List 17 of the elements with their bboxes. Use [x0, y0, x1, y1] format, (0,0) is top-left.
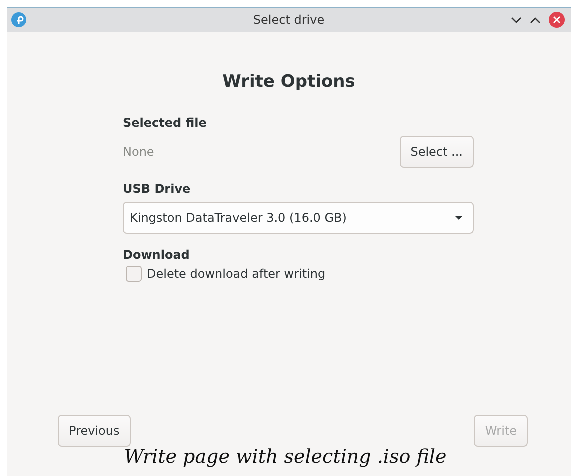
app-icon — [11, 12, 27, 28]
nav-button[interactable]: Previous — [58, 415, 131, 447]
usb-drive-dropdown[interactable]: Kingston DataTraveler 3.0 (16.0 GB) — [123, 202, 474, 234]
window-title: Select drive — [252, 13, 326, 27]
checkbox[interactable] — [126, 266, 142, 282]
field-label: Download — [123, 248, 191, 262]
minimize-icon[interactable] — [511, 16, 522, 24]
figure-caption: Write page with selecting .iso file — [123, 446, 448, 468]
checkbox-label: Delete download after writing — [147, 267, 326, 281]
dropdown-arrow-icon — [455, 216, 463, 220]
maximize-icon[interactable] — [530, 16, 541, 24]
field-label: USB Drive — [123, 182, 192, 196]
close-icon[interactable] — [549, 12, 565, 28]
page-heading: Write Options — [222, 72, 356, 92]
select-file-button[interactable]: Select ... — [400, 136, 474, 168]
selected-file-value: None — [123, 145, 154, 159]
field-label: Selected file — [123, 116, 208, 130]
